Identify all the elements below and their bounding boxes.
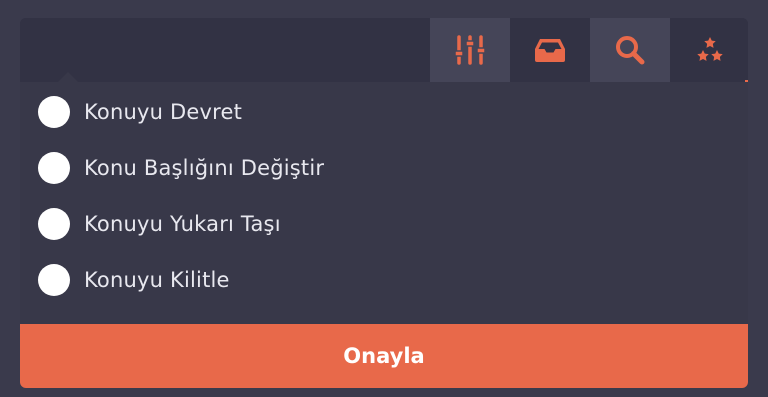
radio-button[interactable]	[38, 264, 70, 296]
option-label: Konu Başlığını Değiştir	[84, 156, 325, 180]
option-label: Konuyu Kilitle	[84, 268, 230, 292]
action-dropdown: Konuyu Devret Konu Başlığını Değiştir Ko…	[20, 82, 748, 324]
option-label: Konuyu Yukarı Taşı	[84, 212, 281, 236]
sliders-icon	[455, 35, 485, 65]
dropdown-caret	[58, 72, 78, 82]
moderation-panel: Konuyu Devret Konu Başlığını Değiştir Ko…	[20, 18, 748, 388]
option-label: Konuyu Devret	[84, 100, 243, 124]
radio-button[interactable]	[38, 152, 70, 184]
option-rename-topic[interactable]: Konu Başlığını Değiştir	[20, 144, 748, 192]
stars-icon	[697, 37, 723, 61]
search-button[interactable]	[590, 18, 670, 82]
search-icon	[616, 36, 645, 65]
stars-button[interactable]	[670, 18, 748, 82]
toolbar	[20, 18, 748, 84]
filter-button[interactable]	[430, 18, 510, 82]
option-transfer-topic[interactable]: Konuyu Devret	[20, 88, 748, 136]
radio-button[interactable]	[38, 96, 70, 128]
option-move-topic-up[interactable]: Konuyu Yukarı Taşı	[20, 200, 748, 248]
radio-button[interactable]	[38, 208, 70, 240]
option-lock-topic[interactable]: Konuyu Kilitle	[20, 256, 748, 304]
confirm-button[interactable]: Onayla	[20, 324, 748, 388]
inbox-icon	[535, 39, 565, 62]
inbox-button[interactable]	[510, 18, 590, 82]
